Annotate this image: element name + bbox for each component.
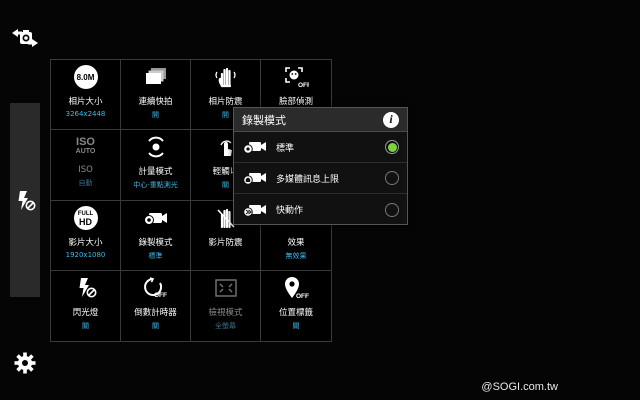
setting-location-tag[interactable]: OFF 位置標籤 關 (261, 271, 331, 341)
full-hd-bottom: HD (79, 216, 92, 227)
setting-video-size[interactable]: FULL HD 影片大小 1920x1080 (51, 200, 121, 271)
record-mode-icon (142, 205, 170, 231)
setting-value: 自動 (78, 179, 93, 188)
setting-label: 閃光燈 (72, 307, 99, 318)
iso-icon-top: ISO (76, 136, 95, 149)
switch-camera-icon[interactable] (9, 26, 41, 50)
setting-label: 計量模式 (138, 167, 173, 178)
info-icon[interactable]: i (383, 111, 399, 128)
option-label: 多媒體訊息上限 (276, 174, 340, 185)
record-option-fast[interactable]: 快動作 (234, 194, 407, 225)
setting-label: 效果 (287, 237, 305, 248)
option-radio[interactable] (385, 202, 399, 217)
shaking-hand-icon (212, 64, 240, 90)
option-label: 標準 (276, 143, 295, 154)
option-radio-selected[interactable] (385, 140, 399, 154)
setting-value: 標準 (148, 251, 163, 260)
setting-label: 臉部偵測 (278, 97, 313, 107)
iso-icon-bottom: AUTO (75, 148, 96, 156)
setting-value: 無效果 (285, 251, 307, 260)
metering-center-icon (142, 134, 170, 160)
setting-value: 開 (222, 111, 229, 119)
setting-value: 開 (152, 111, 159, 119)
full-hd-icon: FULL HD (72, 205, 100, 231)
side-shortcut-bar (10, 103, 40, 297)
setting-burst[interactable]: 連續快拍 開 (121, 60, 191, 131)
watermark-text: @SOGI.com.tw (481, 381, 558, 393)
option-radio[interactable] (385, 171, 399, 185)
setting-value: 關 (222, 181, 229, 190)
setting-value: 全螢幕 (215, 321, 236, 330)
setting-record-mode[interactable]: 錄製模式 標準 (121, 200, 191, 271)
record-option-normal[interactable]: 標準 (234, 132, 407, 163)
svg-text:OFF: OFF (298, 82, 309, 89)
resolution-badge-text: 8.0M (73, 65, 98, 89)
popup-title: 錄製模式 (242, 113, 286, 127)
setting-value: 關 (152, 321, 159, 330)
record-option-mms[interactable]: 多媒體訊息上限 (234, 163, 407, 194)
setting-timer[interactable]: OFF 倒數計時器 關 (121, 270, 191, 341)
setting-label: 相片大小 (68, 97, 103, 107)
svg-text:OFF: OFF (296, 293, 309, 300)
burst-stack-icon (142, 64, 170, 90)
flash-off-icon[interactable] (13, 189, 37, 213)
timer-off-icon: OFF (142, 275, 170, 301)
setting-view-mode: 檢視模式 全螢幕 (191, 270, 261, 341)
gear-icon[interactable] (13, 351, 37, 375)
setting-flash[interactable]: 閃光燈 關 (51, 270, 121, 341)
location-off-icon: OFF (282, 275, 310, 301)
flash-off-icon (72, 275, 100, 301)
setting-label: 連續快拍 (138, 97, 173, 107)
setting-label: 相片防震 (208, 97, 243, 107)
record-mode-popup: 錄製模式 i 標準 多媒體訊息上限 快動作 (233, 107, 408, 225)
resolution-badge-icon: 8.0M (72, 64, 100, 90)
setting-label: 檢視模式 (208, 307, 243, 318)
setting-metering[interactable]: 計量模式 中心-重點測光 (121, 130, 191, 201)
setting-label: 位置標籤 (278, 307, 313, 318)
setting-value: 1920x1080 (65, 250, 106, 259)
setting-photo-size[interactable]: 8.0M 相片大小 3264x2448 (51, 60, 121, 131)
setting-label: 倒數計時器 (134, 307, 177, 318)
setting-value: 關 (292, 321, 300, 330)
option-label: 快動作 (276, 206, 304, 216)
setting-label: ISO (78, 165, 93, 176)
record-fast-icon (242, 202, 268, 218)
view-mode-icon (212, 275, 240, 301)
setting-label: 影片防震 (208, 237, 243, 248)
svg-text:OFF: OFF (154, 292, 167, 299)
setting-value: 關 (82, 321, 89, 330)
setting-iso: ISO AUTO ISO 自動 (51, 130, 121, 201)
setting-label: 錄製模式 (138, 237, 173, 248)
setting-label: 影片大小 (68, 237, 103, 248)
face-off-icon: OFF (282, 64, 310, 90)
record-normal-icon (242, 139, 268, 155)
iso-auto-icon: ISO AUTO (72, 134, 100, 160)
setting-value: 3264x2448 (65, 110, 106, 118)
popup-header: 錄製模式 i (234, 108, 407, 132)
record-mms-icon (242, 170, 268, 186)
setting-value: 中心-重點測光 (133, 181, 178, 190)
